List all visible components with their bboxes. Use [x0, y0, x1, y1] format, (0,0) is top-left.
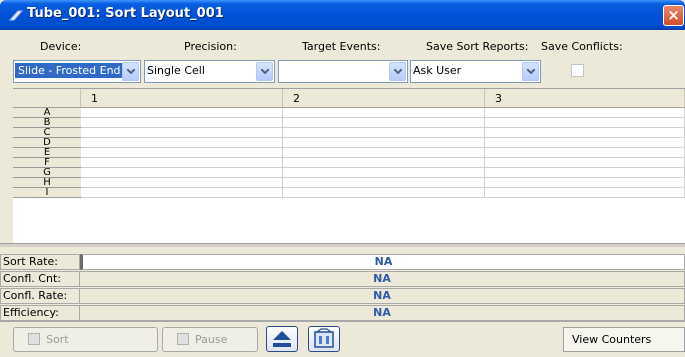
sort-layout-window: Tube_001: Sort Layout_001 × Device: Prec… — [0, 0, 685, 357]
grid-cell-f3[interactable] — [485, 158, 685, 168]
save-sort-reports-select[interactable]: Ask User — [410, 60, 541, 83]
precision-select[interactable]: Single Cell — [144, 60, 275, 83]
sort-button-label: Sort — [46, 333, 69, 346]
sort-layout-grid: 1 2 3 ABCDEFGHI — [13, 88, 685, 244]
target-events-label: Target Events: — [302, 40, 381, 53]
sort-rate-value: NA — [80, 254, 685, 270]
column-header-2[interactable]: 2 — [283, 89, 485, 108]
save-sort-reports-value: Ask User — [413, 64, 462, 77]
close-button[interactable]: × — [663, 5, 684, 26]
grid-cell-d3[interactable] — [485, 138, 685, 148]
view-counters-button[interactable]: View Counters — [563, 327, 685, 352]
grid-cell-h3[interactable] — [485, 178, 685, 188]
row-header-i[interactable]: I — [13, 188, 81, 198]
grid-cell-g2[interactable] — [283, 168, 485, 178]
grid-cell-i3[interactable] — [485, 188, 685, 198]
window-title: Tube_001: Sort Layout_001 — [27, 6, 224, 21]
grid-cell-i1[interactable] — [81, 188, 283, 198]
confl-rate-value: NA — [80, 288, 685, 304]
grid-cell-e2[interactable] — [283, 148, 485, 158]
grid-cell-b3[interactable] — [485, 118, 685, 128]
pause-button-label: Pause — [195, 333, 228, 346]
grid-cell-f1[interactable] — [81, 158, 283, 168]
grid-cell-a1[interactable] — [81, 108, 283, 118]
sort-rate-label: Sort Rate: — [0, 254, 80, 270]
window-icon — [8, 10, 24, 21]
save-conflicts-label: Save Conflicts: — [541, 40, 623, 53]
grid-cell-c2[interactable] — [283, 128, 485, 138]
save-conflicts-checkbox[interactable] — [571, 64, 584, 77]
grid-cell-h2[interactable] — [283, 178, 485, 188]
eject-button[interactable] — [266, 326, 298, 352]
grid-cell-b1[interactable] — [81, 118, 283, 128]
target-events-select[interactable] — [278, 60, 408, 83]
grid-cell-g1[interactable] — [81, 168, 283, 178]
column-header-label: 3 — [495, 92, 502, 105]
grid-cell-f2[interactable] — [283, 158, 485, 168]
column-header-label: 2 — [293, 92, 300, 105]
grid-cell-i2[interactable] — [283, 188, 485, 198]
efficiency-value: NA — [80, 305, 685, 321]
pause-checkbox-icon — [177, 333, 189, 345]
chevron-down-icon[interactable] — [522, 62, 539, 81]
column-header-1[interactable]: 1 — [81, 89, 283, 108]
grid-cell-d2[interactable] — [283, 138, 485, 148]
device-select[interactable]: Slide - Frosted End — [13, 60, 141, 83]
confl-cnt-value: NA — [80, 271, 685, 287]
title-bar[interactable]: Tube_001: Sort Layout_001 × — [0, 0, 685, 30]
confl-cnt-label: Confl. Cnt: — [0, 271, 80, 287]
grid-cell-g3[interactable] — [485, 168, 685, 178]
grid-separator — [0, 243, 685, 247]
grid-cell-h1[interactable] — [81, 178, 283, 188]
device-value: Slide - Frosted End — [15, 63, 124, 78]
pause-button[interactable]: Pause — [162, 327, 258, 352]
grid-cell-d1[interactable] — [81, 138, 283, 148]
chevron-down-icon[interactable] — [256, 62, 273, 81]
grid-cell-a2[interactable] — [283, 108, 485, 118]
grid-cell-c3[interactable] — [485, 128, 685, 138]
sort-checkbox-icon — [28, 333, 40, 345]
grid-cell-e3[interactable] — [485, 148, 685, 158]
chevron-down-icon[interactable] — [389, 62, 406, 81]
divider — [0, 321, 685, 322]
sort-button[interactable]: Sort — [13, 327, 158, 352]
chevron-down-icon[interactable] — [122, 62, 139, 81]
plate-button[interactable] — [308, 326, 340, 352]
save-sort-reports-label: Save Sort Reports: — [426, 40, 529, 53]
eject-icon — [273, 331, 291, 347]
precision-value: Single Cell — [147, 64, 205, 77]
column-header-3[interactable]: 3 — [485, 89, 685, 108]
grid-cell-a3[interactable] — [485, 108, 685, 118]
plate-icon — [314, 328, 334, 348]
grid-corner — [13, 89, 81, 108]
grid-cell-e1[interactable] — [81, 148, 283, 158]
confl-rate-label: Confl. Rate: — [0, 288, 80, 304]
device-label: Device: — [40, 40, 82, 53]
grid-cell-c1[interactable] — [81, 128, 283, 138]
efficiency-label: Efficiency: — [0, 305, 80, 321]
grid-cell-b2[interactable] — [283, 118, 485, 128]
column-header-label: 1 — [91, 92, 98, 105]
precision-label: Precision: — [184, 40, 237, 53]
